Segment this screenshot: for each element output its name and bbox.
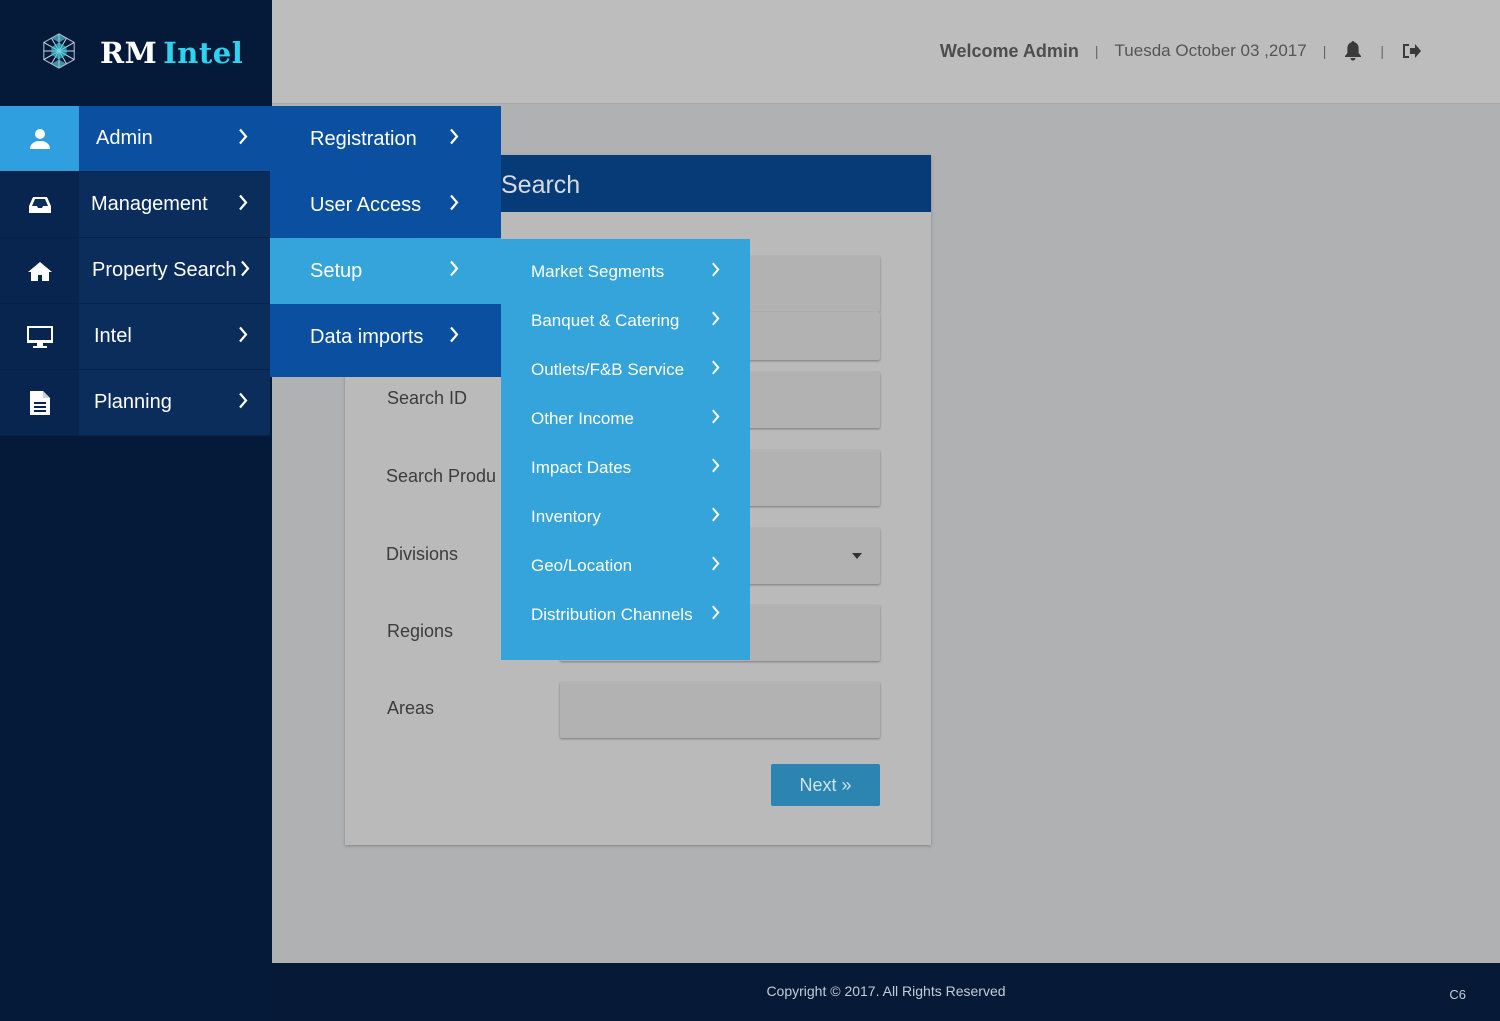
field-label-areas: Areas <box>387 698 435 718</box>
submenu-item-label: User Access <box>310 193 422 216</box>
chevron-right-icon <box>238 326 248 347</box>
footer: Copyright © 2017. All Rights Reserved C6 <box>272 963 1500 1021</box>
sidebar: RM Intel Admin Management Property Search <box>0 0 272 1021</box>
top-header: Welcome Admin | Tuesda October 03 ,2017 … <box>272 0 1500 104</box>
setup-item-banquet-catering[interactable]: Banquet & Catering <box>501 296 750 345</box>
setup-item-label: Distribution Channels <box>531 604 693 624</box>
setup-item-impact-dates[interactable]: Impact Dates <box>501 443 750 492</box>
setup-item-label: Other Income <box>531 408 634 428</box>
submenu-item-label: Setup <box>310 259 363 282</box>
field-label-search-id: Search ID <box>387 388 468 408</box>
sidebar-item-property-search[interactable]: Property Search <box>0 238 270 304</box>
next-button[interactable]: Next » <box>771 764 880 806</box>
setup-item-label: Inventory <box>531 506 601 526</box>
setup-item-market-segments[interactable]: Market Segments <box>501 247 750 296</box>
field-label-regions: Regions <box>387 621 454 641</box>
submenu-item-registration[interactable]: Registration <box>270 106 501 172</box>
welcome-text: Welcome Admin <box>939 40 1079 61</box>
setup-submenu: Market Segments Banquet & Catering Outle… <box>501 239 750 660</box>
setup-item-label: Geo/Location <box>531 555 633 575</box>
sidebar-item-management[interactable]: Management <box>0 172 270 238</box>
submenu-item-setup[interactable]: Setup <box>270 238 501 304</box>
brand-name-part1: RM <box>100 36 158 70</box>
setup-item-label: Market Segments <box>531 261 665 281</box>
setup-item-geo-location[interactable]: Geo/Location <box>501 541 750 590</box>
chevron-right-icon <box>238 194 248 215</box>
admin-submenu: Registration User Access Setup Data impo… <box>270 106 501 377</box>
brand-name-part2: Intel <box>163 36 244 70</box>
chevron-right-icon <box>240 260 250 281</box>
current-date: Tuesda October 03 ,2017 <box>1114 41 1307 60</box>
header-separator: | <box>1380 43 1384 59</box>
card-title: Search <box>501 171 581 199</box>
sign-out-icon[interactable] <box>1400 40 1422 62</box>
submenu-item-user-access[interactable]: User Access <box>270 172 501 238</box>
brand-name: RM Intel <box>100 36 243 70</box>
chevron-right-icon <box>711 262 720 282</box>
setup-item-outlets-fb-service[interactable]: Outlets/F&B Service <box>501 345 750 394</box>
chevron-right-icon <box>711 311 720 331</box>
chevron-right-icon <box>449 260 459 283</box>
document-icon <box>0 370 79 435</box>
chevron-right-icon <box>449 128 459 151</box>
chevron-right-icon <box>238 128 248 149</box>
header-user-info: Welcome Admin | Tuesda October 03 ,2017 … <box>940 40 1422 62</box>
setup-item-distribution-channels[interactable]: Distribution Channels <box>501 590 750 639</box>
footer-code: C6 <box>1449 987 1466 1002</box>
home-icon <box>0 238 79 303</box>
submenu-item-label: Registration <box>310 127 417 150</box>
setup-item-label: Banquet & Catering <box>531 310 680 330</box>
chevron-right-icon <box>711 458 720 478</box>
brand[interactable]: RM Intel <box>0 0 272 106</box>
sidebar-item-planning[interactable]: Planning <box>0 370 270 436</box>
setup-item-inventory[interactable]: Inventory <box>501 492 750 541</box>
chevron-right-icon <box>711 556 720 576</box>
user-icon <box>0 106 79 171</box>
header-separator: | <box>1322 43 1327 59</box>
chevron-right-icon <box>711 360 720 380</box>
setup-item-label: Impact Dates <box>531 457 632 477</box>
chevron-right-icon <box>711 409 720 429</box>
sidebar-item-intel[interactable]: Intel <box>0 304 270 370</box>
bell-icon[interactable] <box>1342 40 1364 62</box>
copyright-text: Copyright © 2017. All Rights Reserved <box>766 983 1006 999</box>
sidebar-item-admin[interactable]: Admin <box>0 106 270 172</box>
submenu-item-label: Data imports <box>310 325 424 348</box>
submenu-item-data-imports[interactable]: Data imports <box>270 304 501 370</box>
caret-down-icon <box>852 553 862 559</box>
header-separator: | <box>1094 43 1099 59</box>
field-label-divisions: Divisions <box>386 544 459 564</box>
chevron-right-icon <box>449 194 459 217</box>
areas-input[interactable] <box>560 682 880 738</box>
chevron-right-icon <box>449 326 459 349</box>
sidebar-menu: Admin Management Property Search Intel P… <box>0 106 270 436</box>
chevron-right-icon <box>238 392 248 413</box>
chevron-right-icon <box>711 507 720 527</box>
setup-item-other-income[interactable]: Other Income <box>501 394 750 443</box>
chevron-right-icon <box>711 605 720 625</box>
inbox-icon <box>0 172 79 237</box>
field-label-search-product: Search Produ <box>386 466 497 486</box>
setup-item-label: Outlets/F&B Service <box>531 359 685 379</box>
desktop-icon <box>0 304 79 369</box>
hexagon-mesh-logo-icon <box>40 32 78 75</box>
